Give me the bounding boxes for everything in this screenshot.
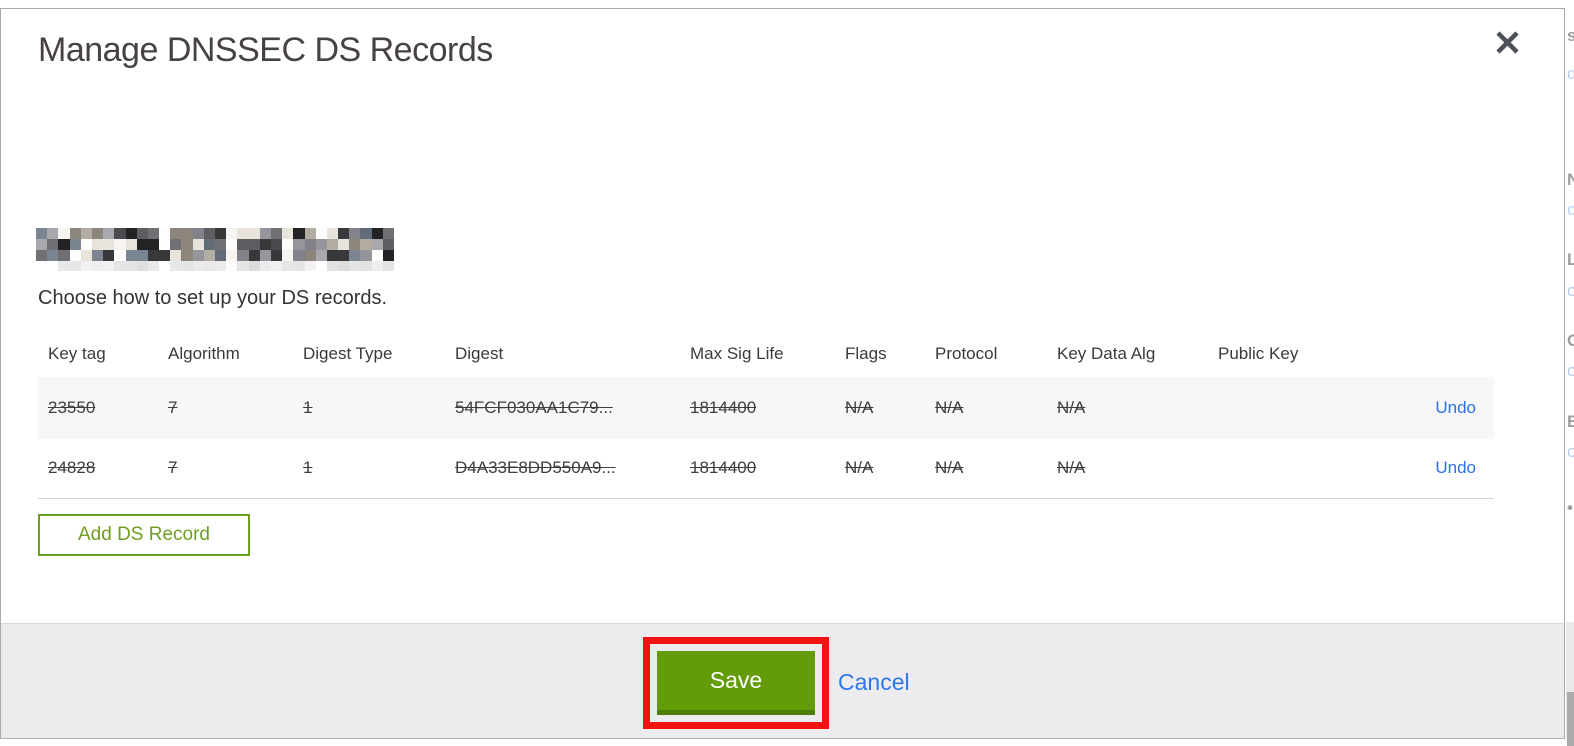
- background-text-fragment: E: [1567, 412, 1574, 431]
- cell-flags: N/A: [835, 439, 925, 499]
- cell-protocol: N/A: [925, 377, 1047, 439]
- column-header-key-tag: Key tag: [48, 343, 106, 363]
- cell-digest: 54FCF030AA1C79...: [445, 377, 680, 439]
- column-header-actions: [1417, 330, 1494, 377]
- cell-protocol: N/A: [925, 439, 1047, 499]
- column-header-protocol: Protocol: [935, 343, 998, 363]
- cell-key-tag: 24828: [38, 439, 158, 499]
- cell-digest-type: 1: [293, 377, 445, 439]
- column-header-digest: Digest: [455, 343, 504, 363]
- cell-max-sig-life: 1814400: [680, 377, 835, 439]
- cell-key-tag: 23550: [38, 377, 158, 439]
- cell-digest: D4A33E8DD550A9...: [445, 439, 680, 499]
- column-header-algorithm: Algorithm: [168, 343, 240, 363]
- column-header-digest-type: Digest Type: [303, 343, 393, 363]
- cell-public-key: [1208, 377, 1417, 439]
- undo-link[interactable]: Undo: [1435, 398, 1476, 417]
- column-header-max-sig-life: Max Sig Life: [690, 343, 784, 363]
- cell-key-data-alg: N/A: [1047, 439, 1208, 499]
- cell-algorithm: 7: [158, 377, 293, 439]
- close-button[interactable]: [1490, 27, 1524, 61]
- background-text-fragment: L: [1567, 250, 1574, 269]
- cell-algorithm: 7: [158, 439, 293, 499]
- dialog-footer: Save Cancel: [1, 623, 1564, 738]
- cell-digest-type: 1: [293, 439, 445, 499]
- background-text-fragment: N: [1567, 170, 1574, 189]
- background-page-edge: s d No Lo Co Eo •: [1566, 0, 1574, 746]
- manage-dnssec-ds-records-dialog: Manage DNSSEC DS Records Choose how to s…: [0, 8, 1565, 739]
- undo-link[interactable]: Undo: [1435, 458, 1476, 477]
- add-ds-record-button[interactable]: Add DS Record: [38, 514, 250, 556]
- cell-max-sig-life: 1814400: [680, 439, 835, 499]
- background-text-fragment: C: [1567, 331, 1574, 350]
- instruction-text: Choose how to set up your DS records.: [38, 287, 388, 309]
- scrollbar[interactable]: [1567, 692, 1574, 746]
- column-header-public-key: Public Key: [1218, 343, 1299, 363]
- save-button[interactable]: Save: [657, 651, 815, 715]
- background-text-fragment: •: [1567, 498, 1573, 517]
- background-text-fragment: d: [1567, 64, 1574, 83]
- page-title: Manage DNSSEC DS Records: [38, 31, 493, 69]
- redacted-domain-name: [36, 228, 394, 272]
- column-header-key-data-alg: Key Data Alg: [1057, 343, 1156, 363]
- cancel-link[interactable]: Cancel: [838, 669, 910, 696]
- ds-records-table: Key tag Algorithm Digest Type Digest Max…: [38, 330, 1494, 499]
- column-header-flags: Flags: [845, 343, 887, 363]
- cell-key-data-alg: N/A: [1047, 377, 1208, 439]
- close-icon: [1495, 31, 1519, 57]
- background-text-fragment: o: [1567, 200, 1574, 219]
- table-row: 23550 7 1 54FCF030AA1C79... 1814400 N/A …: [38, 377, 1494, 439]
- background-text-fragment: o: [1567, 442, 1574, 461]
- background-text-fragment: o: [1567, 281, 1574, 300]
- cell-flags: N/A: [835, 377, 925, 439]
- table-row: 24828 7 1 D4A33E8DD550A9... 1814400 N/A …: [38, 439, 1494, 499]
- table-header-row: Key tag Algorithm Digest Type Digest Max…: [38, 330, 1494, 377]
- background-text-fragment: s: [1567, 26, 1574, 45]
- cell-public-key: [1208, 439, 1417, 499]
- background-text-fragment: o: [1567, 361, 1574, 380]
